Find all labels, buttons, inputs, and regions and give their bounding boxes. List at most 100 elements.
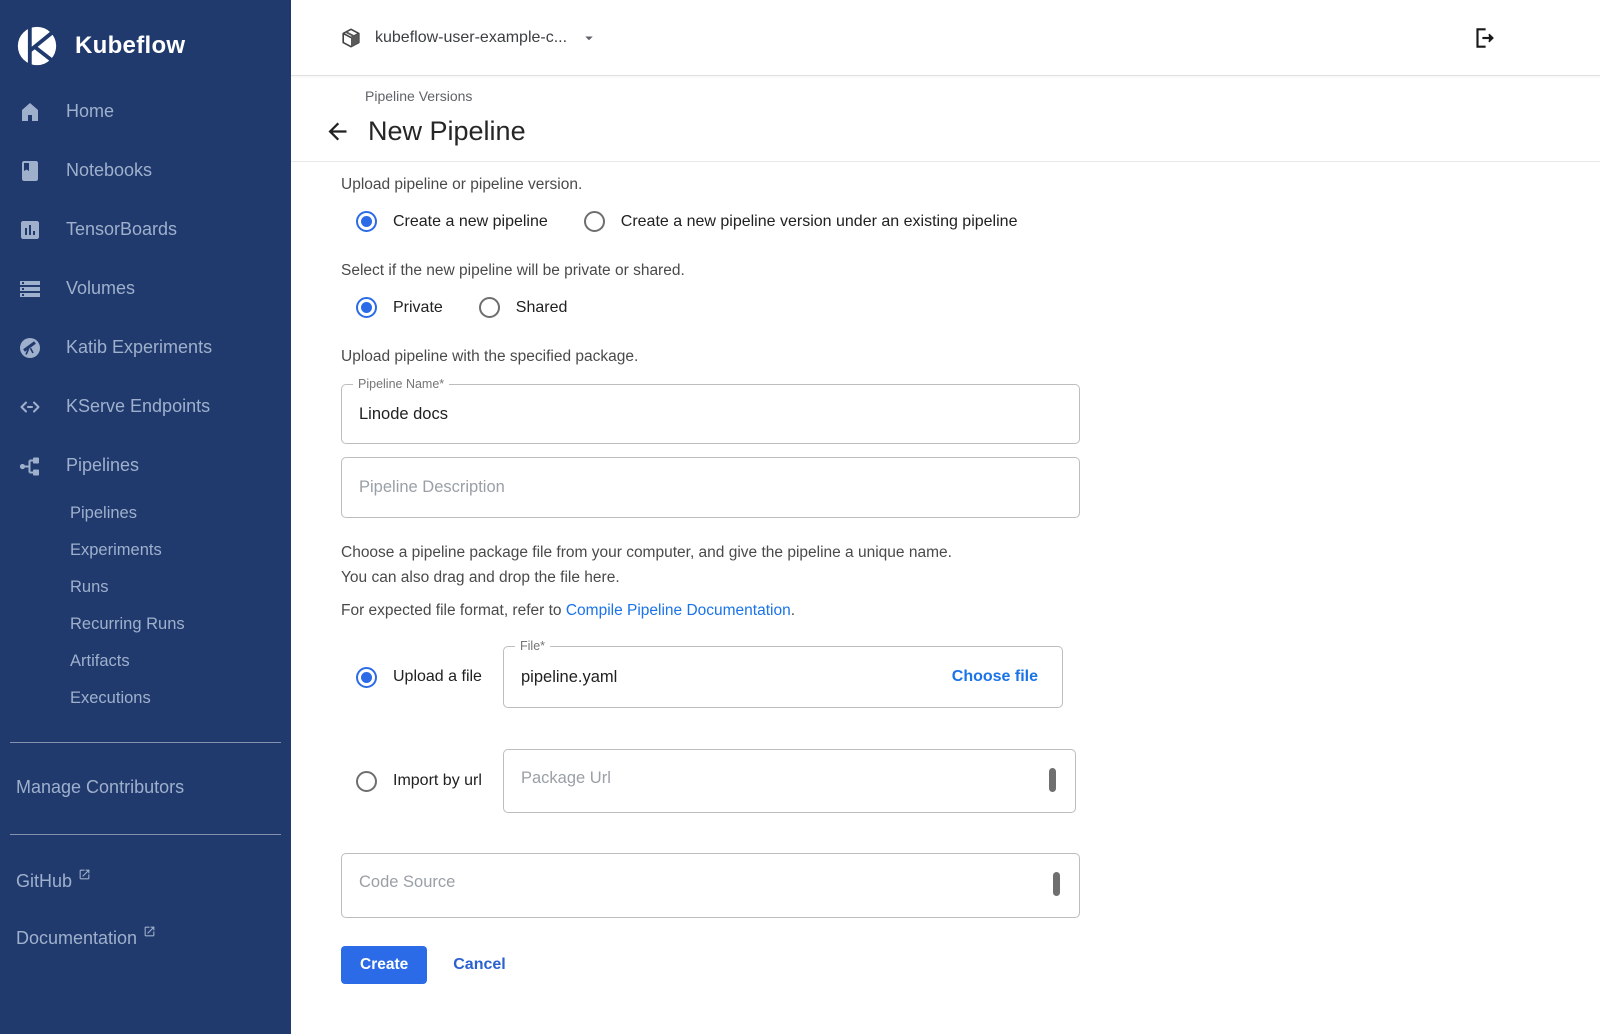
- kubeflow-logo-row[interactable]: Kubeflow: [0, 0, 291, 76]
- sidebar-link-github[interactable]: GitHub: [0, 871, 291, 892]
- sidebar-subitem-artifacts[interactable]: Artifacts: [0, 643, 291, 680]
- visibility-options: Private Shared: [341, 297, 1600, 318]
- radio-private[interactable]: Private: [356, 297, 443, 318]
- pipeline-description-field[interactable]: [341, 457, 1080, 518]
- namespace-label: kubeflow-user-example-c...: [375, 29, 567, 47]
- radio-upload-a-file[interactable]: Upload a file: [341, 667, 503, 688]
- subitem-label: Executions: [70, 689, 151, 708]
- sidebar-item-label: KServe Endpoints: [66, 396, 210, 417]
- sidebar-item-label: Volumes: [66, 278, 135, 299]
- radio-create-new-pipeline[interactable]: Create a new pipeline: [356, 211, 548, 232]
- package-url-field[interactable]: [503, 749, 1076, 813]
- logo-wordmark: Kubeflow: [75, 32, 185, 60]
- pipelines-icon: [18, 454, 42, 478]
- choose-file-button[interactable]: Choose file: [952, 668, 1038, 686]
- radio-label: Import by url: [393, 772, 482, 790]
- sidebar-subitem-pipelines[interactable]: Pipelines: [0, 495, 291, 532]
- cancel-button[interactable]: Cancel: [453, 956, 505, 974]
- pipeline-name-value: Linode docs: [359, 405, 448, 424]
- notebook-icon: [18, 159, 42, 183]
- radio-button-unchecked[interactable]: [479, 297, 500, 318]
- radio-button-checked[interactable]: [356, 667, 377, 688]
- launch-icon: [143, 925, 156, 938]
- breadcrumb[interactable]: Pipeline Versions: [291, 76, 1600, 104]
- format-help: For expected file format, refer to Compi…: [341, 602, 1600, 620]
- sidebar-subitem-runs[interactable]: Runs: [0, 569, 291, 606]
- main-area: kubeflow-user-example-c... Pipeline Vers…: [291, 0, 1600, 1034]
- sidebar-item-manage-contributors[interactable]: Manage Contributors: [0, 765, 291, 809]
- sidebar-divider: [10, 834, 281, 835]
- endpoints-icon: [18, 395, 42, 419]
- sidebar-item-pipelines[interactable]: Pipelines: [0, 436, 291, 495]
- sidebar-item-label: Notebooks: [66, 160, 152, 181]
- back-button[interactable]: [324, 118, 351, 145]
- radio-button-checked[interactable]: [356, 297, 377, 318]
- sidebar-link-documentation[interactable]: Documentation: [0, 928, 291, 949]
- upload-type-prompt: Upload pipeline or pipeline version.: [341, 176, 1600, 194]
- sidebar-divider: [10, 742, 281, 743]
- file-field-value: pipeline.yaml: [521, 668, 617, 687]
- file-help-line2: You can also drag and drop the file here…: [341, 565, 1600, 590]
- sidebar-item-tensorboards[interactable]: TensorBoards: [0, 200, 291, 259]
- sidebar-item-volumes[interactable]: Volumes: [0, 259, 291, 318]
- top-toolbar: kubeflow-user-example-c...: [291, 0, 1600, 76]
- file-field-label: File*: [515, 639, 550, 653]
- radio-button-unchecked[interactable]: [356, 771, 377, 792]
- app-root: Kubeflow Home Notebooks TensorBoards Vol…: [0, 0, 1600, 1034]
- form-actions: Create Cancel: [341, 946, 1600, 984]
- file-help-line1: Choose a pipeline package file from your…: [341, 540, 1600, 565]
- compile-pipeline-documentation-link[interactable]: Compile Pipeline Documentation: [566, 602, 791, 619]
- scrollbar-thumb[interactable]: [1053, 872, 1060, 896]
- code-source-field[interactable]: [341, 853, 1080, 918]
- package-url-input[interactable]: [504, 750, 1075, 812]
- format-help-suffix: .: [791, 602, 795, 619]
- sidebar-subitem-experiments[interactable]: Experiments: [0, 532, 291, 569]
- namespace-selector[interactable]: kubeflow-user-example-c...: [340, 27, 598, 49]
- file-field[interactable]: File* pipeline.yaml Choose file: [503, 646, 1063, 708]
- code-source-input[interactable]: [342, 854, 1079, 917]
- arrow-back-icon: [324, 118, 351, 145]
- radio-label: Upload a file: [393, 668, 482, 686]
- pipeline-description-input[interactable]: [342, 458, 1079, 517]
- kubeflow-logo-icon: [14, 23, 60, 69]
- launch-icon: [78, 868, 91, 881]
- subitem-label: Runs: [70, 578, 109, 597]
- sidebar-item-label: TensorBoards: [66, 219, 177, 240]
- subitem-label: Experiments: [70, 541, 162, 560]
- radio-label: Shared: [516, 299, 568, 317]
- katib-icon: [18, 336, 42, 360]
- sidebar-subitem-executions[interactable]: Executions: [0, 680, 291, 717]
- subitem-label: Recurring Runs: [70, 615, 185, 634]
- upload-file-row: Upload a file File* pipeline.yaml Choose…: [341, 646, 1600, 708]
- radio-button-checked[interactable]: [356, 211, 377, 232]
- visibility-prompt: Select if the new pipeline will be priva…: [341, 262, 1600, 280]
- github-label: GitHub: [16, 871, 72, 892]
- pipeline-name-label: Pipeline Name*: [353, 377, 449, 391]
- logout-icon: [1471, 25, 1497, 51]
- logout-button[interactable]: [1470, 24, 1498, 52]
- manage-contributors-label: Manage Contributors: [16, 777, 184, 798]
- chart-icon: [18, 218, 42, 242]
- chevron-down-icon: [580, 29, 598, 47]
- sidebar-subitem-recurring-runs[interactable]: Recurring Runs: [0, 606, 291, 643]
- page-title: New Pipeline: [368, 116, 526, 147]
- sidebar-item-notebooks[interactable]: Notebooks: [0, 141, 291, 200]
- package-prompt: Upload pipeline with the specified packa…: [341, 348, 1600, 366]
- documentation-label: Documentation: [16, 928, 137, 949]
- radio-button-unchecked[interactable]: [584, 211, 605, 232]
- sidebar-item-home[interactable]: Home: [0, 82, 291, 141]
- radio-label: Private: [393, 299, 443, 317]
- radio-label: Create a new pipeline version under an e…: [621, 213, 1018, 231]
- scrollbar-thumb[interactable]: [1049, 768, 1056, 792]
- radio-label: Create a new pipeline: [393, 213, 548, 231]
- sidebar-item-label: Home: [66, 101, 114, 122]
- radio-create-pipeline-version[interactable]: Create a new pipeline version under an e…: [584, 211, 1018, 232]
- create-button[interactable]: Create: [341, 946, 427, 984]
- radio-shared[interactable]: Shared: [479, 297, 568, 318]
- sidebar-item-katib-experiments[interactable]: Katib Experiments: [0, 318, 291, 377]
- pipeline-name-field[interactable]: Pipeline Name* Linode docs: [341, 384, 1080, 444]
- sidebar-nav: Home Notebooks TensorBoards Volumes: [0, 82, 291, 717]
- home-icon: [18, 100, 42, 124]
- radio-import-by-url[interactable]: Import by url: [341, 771, 503, 792]
- sidebar-item-kserve-endpoints[interactable]: KServe Endpoints: [0, 377, 291, 436]
